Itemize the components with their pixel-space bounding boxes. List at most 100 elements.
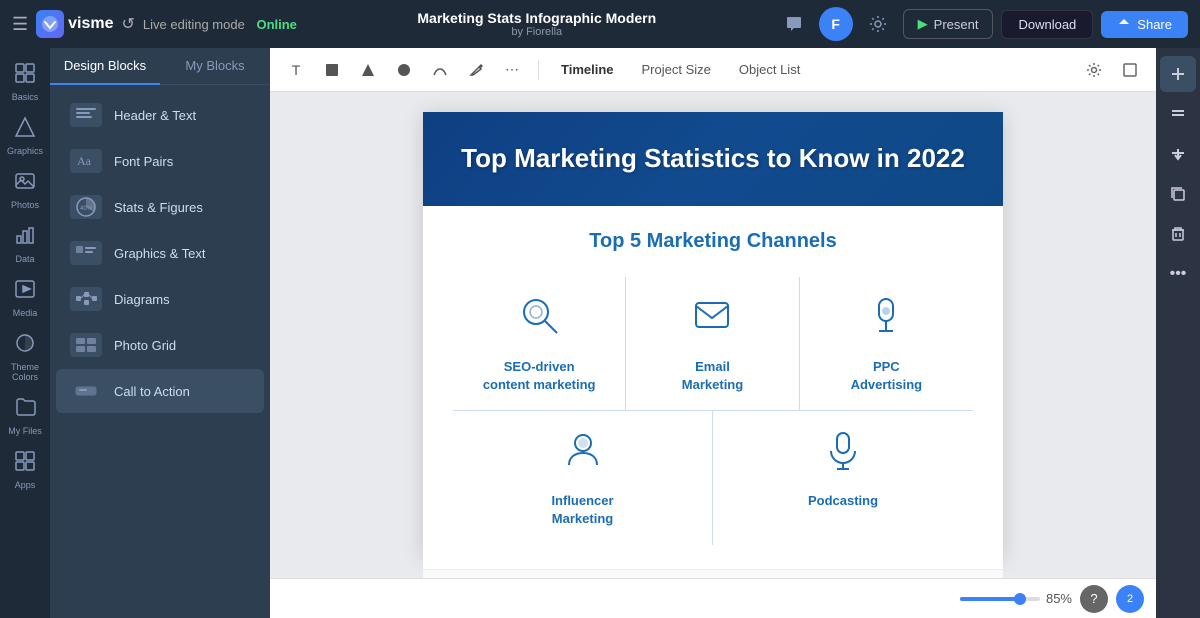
channel-email: EmailMarketing [626,277,799,410]
ppc-name: PPCAdvertising [851,358,923,394]
media-icon [14,278,36,305]
main-layout: Basics Graphics Photos Data Media [0,48,1200,618]
download-button[interactable]: Download [1001,10,1093,39]
project-title: Marketing Stats Infographic Modern [417,10,656,26]
sidebar-item-data[interactable]: Data [2,218,48,270]
photos-icon [14,170,36,197]
text-tool[interactable]: T [282,56,310,84]
block-item-stats-figures[interactable]: 40% Stats & Figures [56,185,264,229]
toolbar-tab-timeline[interactable]: Timeline [551,56,624,83]
channels-row-1: SEO-drivencontent marketing EmailMarketi… [453,277,973,410]
infographic-header: Top Marketing Statistics to Know in 2022 [423,112,1003,206]
pen-tool[interactable] [462,56,490,84]
undo-button[interactable]: ↺ [122,14,135,34]
seo-name: SEO-drivencontent marketing [483,358,596,394]
data-icon [14,224,36,251]
block-item-header-text[interactable]: Header & Text [56,93,264,137]
channel-seo: SEO-drivencontent marketing [453,277,626,410]
font-pairs-icon: Aa [70,149,102,173]
top-bar: ☰ visme ↺ Live editing mode Online Marke… [0,0,1200,48]
circle-tool[interactable] [390,56,418,84]
scroll-indicator[interactable]: ⇅ [423,569,1003,578]
live-editing-status: Live editing mode Online [143,17,297,32]
basics-label: Basics [12,92,39,102]
channel-ppc: PPCAdvertising [800,277,973,410]
settings-icon[interactable] [1080,56,1108,84]
podcasting-name: Podcasting [808,492,878,510]
copy-button[interactable] [1160,176,1196,212]
header-text-icon [70,103,102,127]
font-pairs-label: Font Pairs [114,154,173,169]
block-item-font-pairs[interactable]: Aa Font Pairs [56,139,264,183]
sidebar-item-media[interactable]: Media [2,272,48,324]
top-bar-right: F ▶ Present Download Share [777,7,1188,41]
toolbar-tab-object-list[interactable]: Object List [729,56,810,83]
delete-button[interactable] [1160,216,1196,252]
canvas-area: Top Marketing Statistics to Know in 2022… [270,92,1156,618]
tab-design-blocks[interactable]: Design Blocks [50,48,160,85]
graphics-icon [14,116,36,143]
menu-icon[interactable]: ☰ [12,14,28,35]
svg-text:40%: 40% [80,206,93,212]
diagrams-label: Diagrams [114,292,170,307]
center-panel: T ⋯ Timeline Project Size Object List [270,48,1156,618]
zoom-slider-thumb[interactable] [1014,593,1026,605]
sidebar-item-graphics[interactable]: Graphics [2,110,48,162]
add-element-button[interactable] [1160,56,1196,92]
block-item-diagrams[interactable]: Diagrams [56,277,264,321]
my-files-icon [14,396,36,423]
more-tools[interactable]: ⋯ [498,56,526,84]
sidebar-item-apps[interactable]: Apps [2,444,48,496]
top-bar-left: ☰ visme ↺ Live editing mode Online [12,10,297,38]
project-author: by Fiorella [511,26,562,38]
channels-row-2: InfluencerMarketing Podcasting [453,410,973,544]
more-options-button[interactable]: ••• [1160,256,1196,292]
notification-badge[interactable]: 2 [1116,585,1144,613]
graphics-text-label: Graphics & Text [114,246,206,261]
toolbar-tab-project-size[interactable]: Project Size [632,56,721,83]
sidebar-item-my-files[interactable]: My Files [2,390,48,442]
ppc-icon [864,293,908,346]
block-item-graphics-text[interactable]: Graphics & Text [56,231,264,275]
infographic-title: Top Marketing Statistics to Know in 2022 [443,142,983,176]
triangle-tool[interactable] [354,56,382,84]
apps-label: Apps [15,480,36,490]
email-name: EmailMarketing [682,358,743,394]
help-button[interactable]: ? [1080,585,1108,613]
present-button[interactable]: ▶ Present [903,9,994,39]
canvas-scroll[interactable]: Top Marketing Statistics to Know in 2022… [270,92,1156,578]
sidebar-item-basics[interactable]: Basics [2,56,48,108]
share-button[interactable]: Share [1101,11,1188,38]
block-item-photo-grid[interactable]: Photo Grid [56,323,264,367]
sidebar-item-theme-colors[interactable]: Theme Colors [2,326,48,388]
blocks-panel-tabs: Design Blocks My Blocks [50,48,270,85]
user-settings-button[interactable] [861,7,895,41]
move-down-button[interactable] [1160,136,1196,172]
apps-icon [14,450,36,477]
graphics-text-icon [70,241,102,265]
influencer-icon [561,427,605,480]
stats-figures-icon: 40% [70,195,102,219]
block-item-call-to-action[interactable]: Call to Action [56,369,264,413]
zoom-percentage: 85% [1046,591,1072,606]
zoom-controls: 85% [960,591,1072,606]
sidebar-item-photos[interactable]: Photos [2,164,48,216]
basics-icon [14,62,36,89]
toolbar-separator [538,60,539,80]
play-icon: ▶ [918,16,928,32]
zoom-slider-track[interactable] [960,597,1040,601]
zoom-slider-fill [960,597,1016,601]
crop-icon[interactable] [1116,56,1144,84]
seo-icon [517,293,561,346]
tab-my-blocks[interactable]: My Blocks [160,48,270,84]
photos-label: Photos [11,200,39,210]
move-up-button[interactable] [1160,96,1196,132]
data-label: Data [15,254,34,264]
comment-button[interactable] [777,7,811,41]
visme-logo: visme [36,10,113,38]
user-avatar[interactable]: F [819,7,853,41]
rectangle-tool[interactable] [318,56,346,84]
visme-logo-image [36,10,64,38]
visme-brand-name: visme [68,15,113,33]
curve-tool[interactable] [426,56,454,84]
